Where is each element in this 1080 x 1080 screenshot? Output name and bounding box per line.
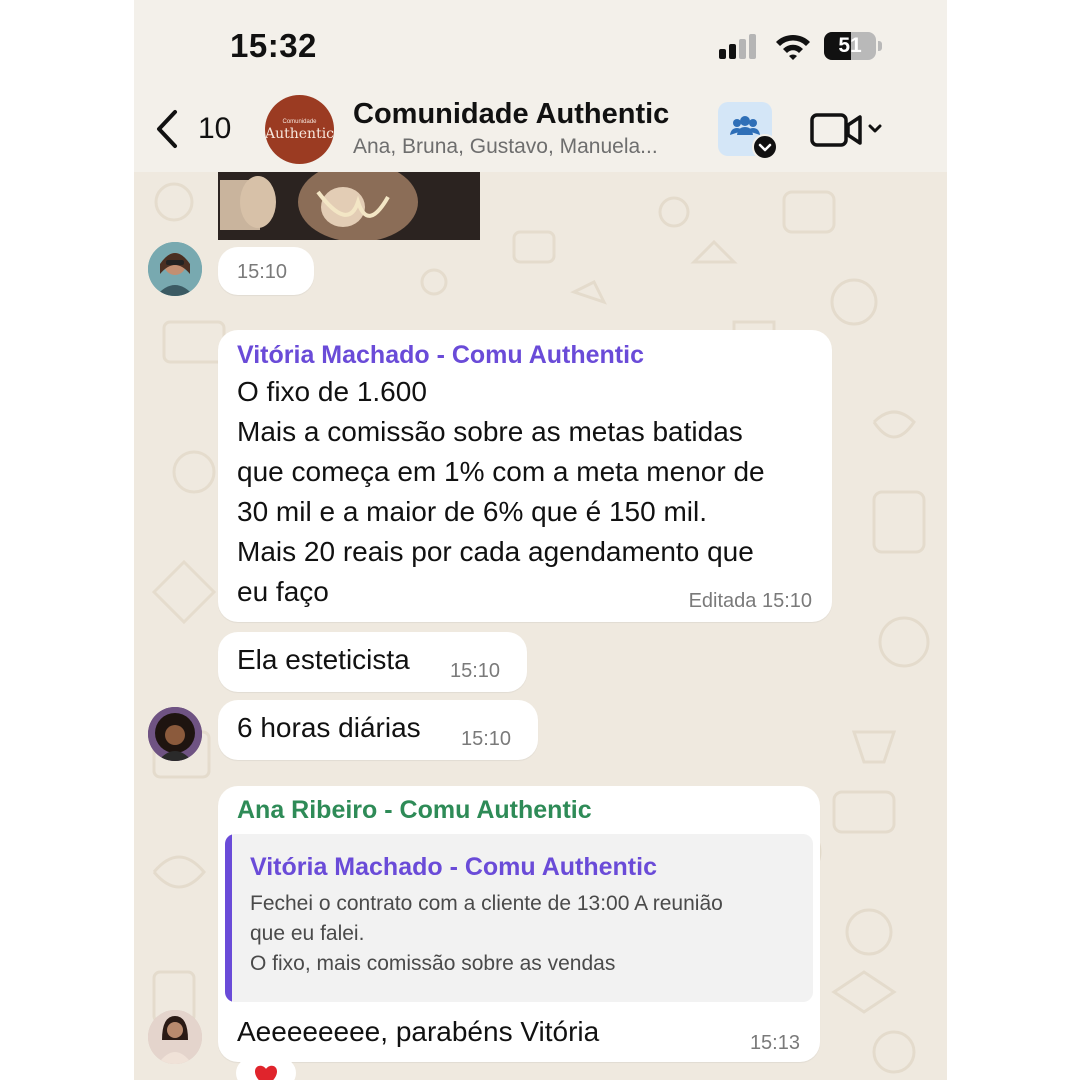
heart-reaction-icon (255, 1065, 277, 1080)
message-time: 15:10 (237, 261, 288, 283)
message-line: Mais 20 reais por cada agendamento que (237, 536, 754, 567)
chat-header: 10 Comunidade Authentic Comunidade Authe… (134, 92, 947, 172)
reaction-pill[interactable] (236, 1058, 296, 1080)
battery-percent: 51 (838, 34, 862, 57)
back-button[interactable]: 10 (154, 104, 231, 154)
sender-avatar[interactable] (148, 1010, 202, 1064)
message-time: 15:13 (749, 1032, 800, 1054)
message-time: 15:10 (450, 660, 501, 682)
message-time: Editada 15:10 (688, 590, 812, 612)
sender-avatar[interactable] (148, 242, 202, 296)
group-avatar-small-text: Comunidade (282, 119, 317, 125)
message-sender: Ana Ribeiro - Comu Authentic (237, 796, 592, 824)
chevron-down-badge-icon (752, 134, 778, 160)
message-time: 15:10 (461, 728, 512, 750)
message-bubble[interactable]: Ana Ribeiro - Comu Authentic Vitória Mac… (218, 786, 820, 1062)
message-bubble[interactable]: Ela esteticista 15:10 (218, 632, 527, 692)
chevron-left-icon (157, 110, 177, 148)
message-text: Ela esteticista (237, 644, 410, 675)
message-sender: Vitória Machado - Comu Authentic (237, 341, 644, 369)
quote-accent-bar (225, 834, 232, 1002)
message-line: eu faço (237, 576, 329, 607)
video-camera-icon (810, 113, 862, 147)
chat-area[interactable]: 15:10 Vitória Machado - Comu Authentic O… (134, 172, 947, 1080)
community-members-button[interactable] (718, 102, 778, 160)
status-clock: 15:32 (230, 27, 317, 64)
group-members[interactable]: Ana, Bruna, Gustavo, Manuela... (353, 135, 658, 159)
message-bubble[interactable]: 6 horas diárias 15:10 (218, 700, 538, 760)
battery-icon: 51 (824, 32, 882, 60)
quoted-line: que eu falei. (250, 922, 365, 945)
group-name[interactable]: Comunidade Authentic (353, 98, 669, 131)
message-bubble[interactable]: Vitória Machado - Comu Authentic O fixo … (218, 330, 832, 622)
group-avatar[interactable]: Comunidade Authentic (265, 95, 334, 164)
video-call-button[interactable] (810, 110, 886, 150)
message-line: 30 mil e a maior de 6% que é 150 mil. (237, 496, 708, 527)
image-message[interactable] (218, 172, 480, 240)
chevron-down-icon (868, 124, 882, 133)
wifi-icon (776, 34, 810, 60)
message-line: Mais a comissão sobre as metas batidas (237, 416, 743, 447)
cellular-signal-icon (719, 34, 756, 59)
message-line: que começa em 1% com a meta menor de (237, 456, 765, 487)
status-bar: 15:32 51 (134, 0, 947, 92)
message-text: 6 horas diárias (237, 712, 421, 743)
quoted-sender: Vitória Machado - Comu Authentic (250, 853, 657, 881)
sender-avatar[interactable] (148, 707, 202, 761)
message-image-thumbnail (218, 172, 480, 240)
quoted-line: O fixo, mais comissão sobre as vendas (250, 952, 616, 975)
phone-screen: 15:32 51 10 Comunidade Authentic Comunid… (134, 0, 947, 1080)
message-text: Aeeeeeeee, parabéns Vitória (237, 1016, 600, 1047)
message-line: O fixo de 1.600 (237, 376, 427, 407)
group-avatar-logo-text: Authentic (265, 126, 334, 142)
unread-chats-count: 10 (198, 112, 232, 145)
image-caption-bubble[interactable]: 15:10 (218, 247, 314, 295)
quoted-message[interactable]: Vitória Machado - Comu Authentic Fechei … (225, 834, 813, 1002)
quoted-line: Fechei o contrato com a cliente de 13:00… (250, 892, 723, 915)
